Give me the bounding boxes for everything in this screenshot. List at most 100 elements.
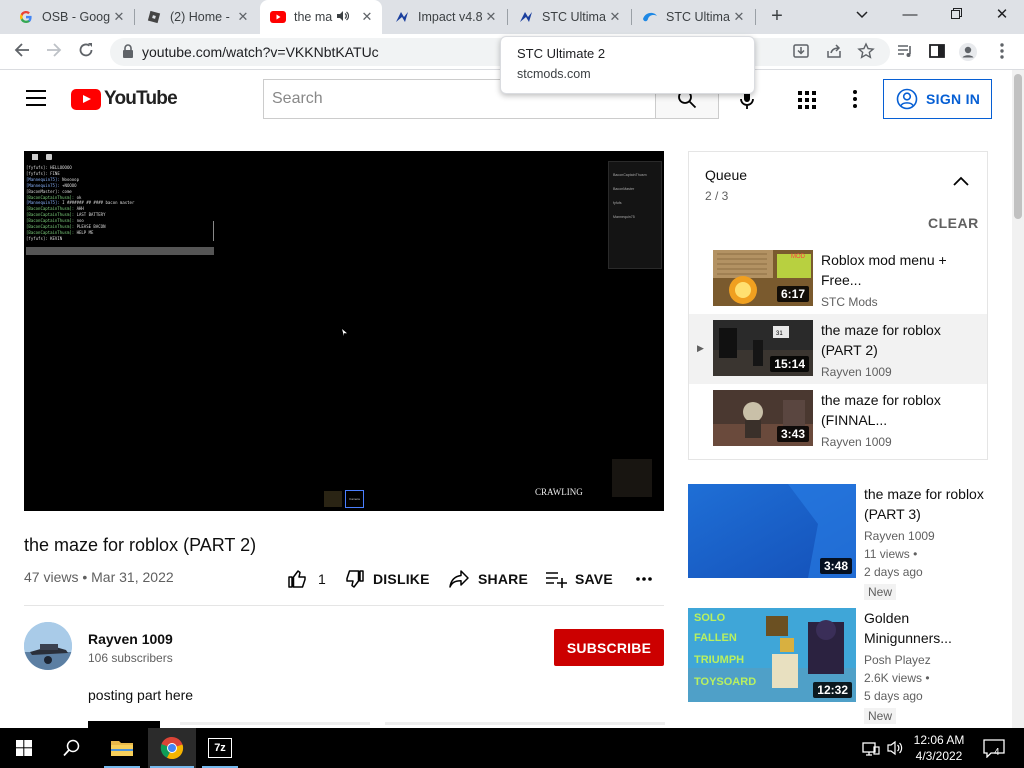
roblox-icon [146, 9, 162, 25]
media-control-icon[interactable] [895, 42, 915, 62]
profile-avatar-icon[interactable] [958, 42, 978, 62]
google-g-icon [18, 9, 34, 25]
chat-message: PLEASE BACON [76, 224, 106, 230]
save-button[interactable]: SAVE [545, 568, 613, 590]
game-hotbar-slot [324, 491, 342, 507]
close-tab-icon[interactable]: ✕ [110, 9, 128, 25]
menu-icon[interactable] [26, 90, 46, 106]
video-player[interactable]: [fyfufs]: HELLOOOOO [fyfufs]: FINE [Manneq… [24, 151, 664, 511]
reload-button[interactable] [72, 38, 100, 66]
url-text[interactable]: youtube.com/watch?v=VKKNbtKATUc [142, 44, 379, 60]
svg-text:31: 31 [776, 331, 783, 337]
sign-in-label: SIGN IN [926, 91, 981, 107]
queue-item-playing[interactable]: ▶ 31 15:14 the maze for roblox (PART 2) … [689, 314, 987, 384]
chat-message: ok [76, 194, 82, 200]
queue-item[interactable]: 3:43 the maze for roblox (FINNAL... Rayv… [689, 384, 987, 454]
install-app-icon[interactable] [791, 42, 811, 62]
chrome-icon [160, 736, 184, 760]
system-clock[interactable]: 12:06 AM 4/3/2022 [912, 732, 966, 764]
tab-separator [134, 9, 135, 25]
seven-zip-button[interactable]: 7z [196, 728, 244, 768]
channel-name[interactable]: Rayven 1009 [88, 631, 173, 647]
video-thumbnail[interactable]: SOLO FALLEN TRIUMPH TOYSOARD 12:32 [688, 608, 856, 702]
close-tab-icon[interactable]: ✕ [482, 9, 500, 25]
back-button[interactable] [8, 38, 36, 66]
tab-search-button[interactable] [840, 0, 884, 34]
sign-in-button[interactable]: SIGN IN [883, 79, 992, 119]
youtube-logo[interactable]: YouTube [71, 88, 178, 110]
settings-more-icon[interactable] [848, 89, 862, 109]
more-horizontal-icon [636, 577, 652, 581]
chevron-up-icon[interactable] [953, 176, 969, 186]
channel-avatar[interactable] [24, 622, 72, 670]
tab-stc-ultimate-1[interactable]: STC Ultima ✕ [508, 0, 630, 34]
section-divider [24, 605, 664, 606]
minimize-button[interactable]: — [888, 0, 932, 34]
share-icon[interactable] [824, 42, 844, 62]
queue-item-title[interactable]: the maze for roblox (PART 2) [821, 320, 971, 360]
chrome-menu-icon[interactable] [992, 42, 1012, 62]
page-scrollbar[interactable] [1012, 70, 1024, 728]
game-chat-input [26, 247, 214, 255]
queue-item-channel: Rayven 1009 [821, 435, 892, 449]
side-panel-icon[interactable] [927, 42, 947, 62]
chrome-taskbar-button[interactable] [148, 728, 196, 768]
tab-title: Impact v4.8 [418, 10, 482, 24]
tab-title: the ma [294, 10, 333, 24]
tab-title: STC Ultima [542, 10, 606, 24]
lock-icon[interactable] [122, 44, 134, 59]
close-window-button[interactable]: ✕ [980, 0, 1024, 34]
tab-strip: OSB - Goog ✕ (2) Home - ✕ the ma ✕ Impac… [0, 0, 1024, 34]
related-video-title[interactable]: Golden Minigunners... [864, 608, 994, 648]
playlist-add-icon [546, 572, 567, 588]
related-video[interactable]: 3:48 the maze for roblox (PART 3) Rayven… [688, 484, 1008, 604]
tab-stc-ultimate-2[interactable]: STC Ultima ✕ [632, 0, 754, 34]
close-tab-icon[interactable]: ✕ [234, 9, 252, 25]
related-video-date: 5 days ago [864, 689, 923, 703]
related-video-title[interactable]: the maze for roblox (PART 3) [864, 484, 994, 524]
related-video[interactable]: SOLO FALLEN TRIUMPH TOYSOARD 12:32 Golde… [688, 608, 1008, 728]
audio-playing-icon[interactable] [336, 10, 352, 25]
queue-item[interactable]: MOD 6:17 Roblox mod menu + Free... STC M… [689, 244, 987, 314]
apps-grid-icon[interactable] [796, 89, 818, 111]
chat-message: FINE [50, 170, 60, 176]
more-actions-button[interactable] [635, 568, 661, 590]
taskbar-search-button[interactable] [48, 728, 96, 768]
dislike-button[interactable]: DISLIKE [345, 568, 430, 590]
queue-item-title[interactable]: the maze for roblox (FINNAL... [821, 390, 971, 430]
tab-osb[interactable]: OSB - Goog ✕ [8, 0, 134, 34]
queue-item-title[interactable]: Roblox mod menu + Free... [821, 250, 971, 290]
close-tab-icon[interactable]: ✕ [730, 9, 748, 25]
restore-button[interactable] [934, 0, 978, 34]
dislike-label: DISLIKE [373, 571, 430, 587]
chat-author: [fyfufs]: [26, 170, 51, 176]
queue-count: 2 / 3 [705, 189, 729, 203]
volume-icon[interactable] [886, 739, 904, 757]
related-video-channel: Rayven 1009 [864, 529, 935, 543]
video-thumbnail[interactable]: 3:43 [713, 390, 813, 446]
game-hotbar-camera: Camera [345, 490, 364, 508]
video-thumbnail[interactable]: 3:48 [688, 484, 856, 578]
chat-message: Nooooop [62, 176, 79, 182]
video-thumbnail[interactable]: MOD 6:17 [713, 250, 813, 306]
chat-scroll-indicator [213, 221, 214, 241]
start-button[interactable] [0, 728, 48, 768]
windows-logo-icon [16, 740, 32, 756]
network-icon[interactable] [862, 739, 880, 757]
file-explorer-button[interactable] [98, 728, 146, 768]
scrollbar-thumb[interactable] [1014, 74, 1022, 219]
subscribe-button[interactable]: SUBSCRIBE [554, 629, 664, 666]
like-button[interactable]: 1 [287, 568, 326, 590]
new-tab-button[interactable]: + [764, 5, 790, 29]
share-button[interactable]: SHARE [448, 568, 528, 590]
bookmark-star-icon[interactable] [856, 42, 876, 62]
clear-queue-button[interactable]: CLEAR [928, 215, 979, 231]
video-thumbnail[interactable]: 31 15:14 [713, 320, 813, 376]
close-tab-icon[interactable]: ✕ [606, 9, 624, 25]
tab-impact[interactable]: Impact v4.8 ✕ [384, 0, 506, 34]
forward-button[interactable] [40, 38, 68, 66]
related-video-views: 11 views • [864, 547, 918, 561]
close-tab-icon[interactable]: ✕ [358, 9, 376, 25]
tab-roblox-home[interactable]: (2) Home - ✕ [136, 0, 258, 34]
tab-youtube-video[interactable]: the ma ✕ [260, 0, 382, 34]
